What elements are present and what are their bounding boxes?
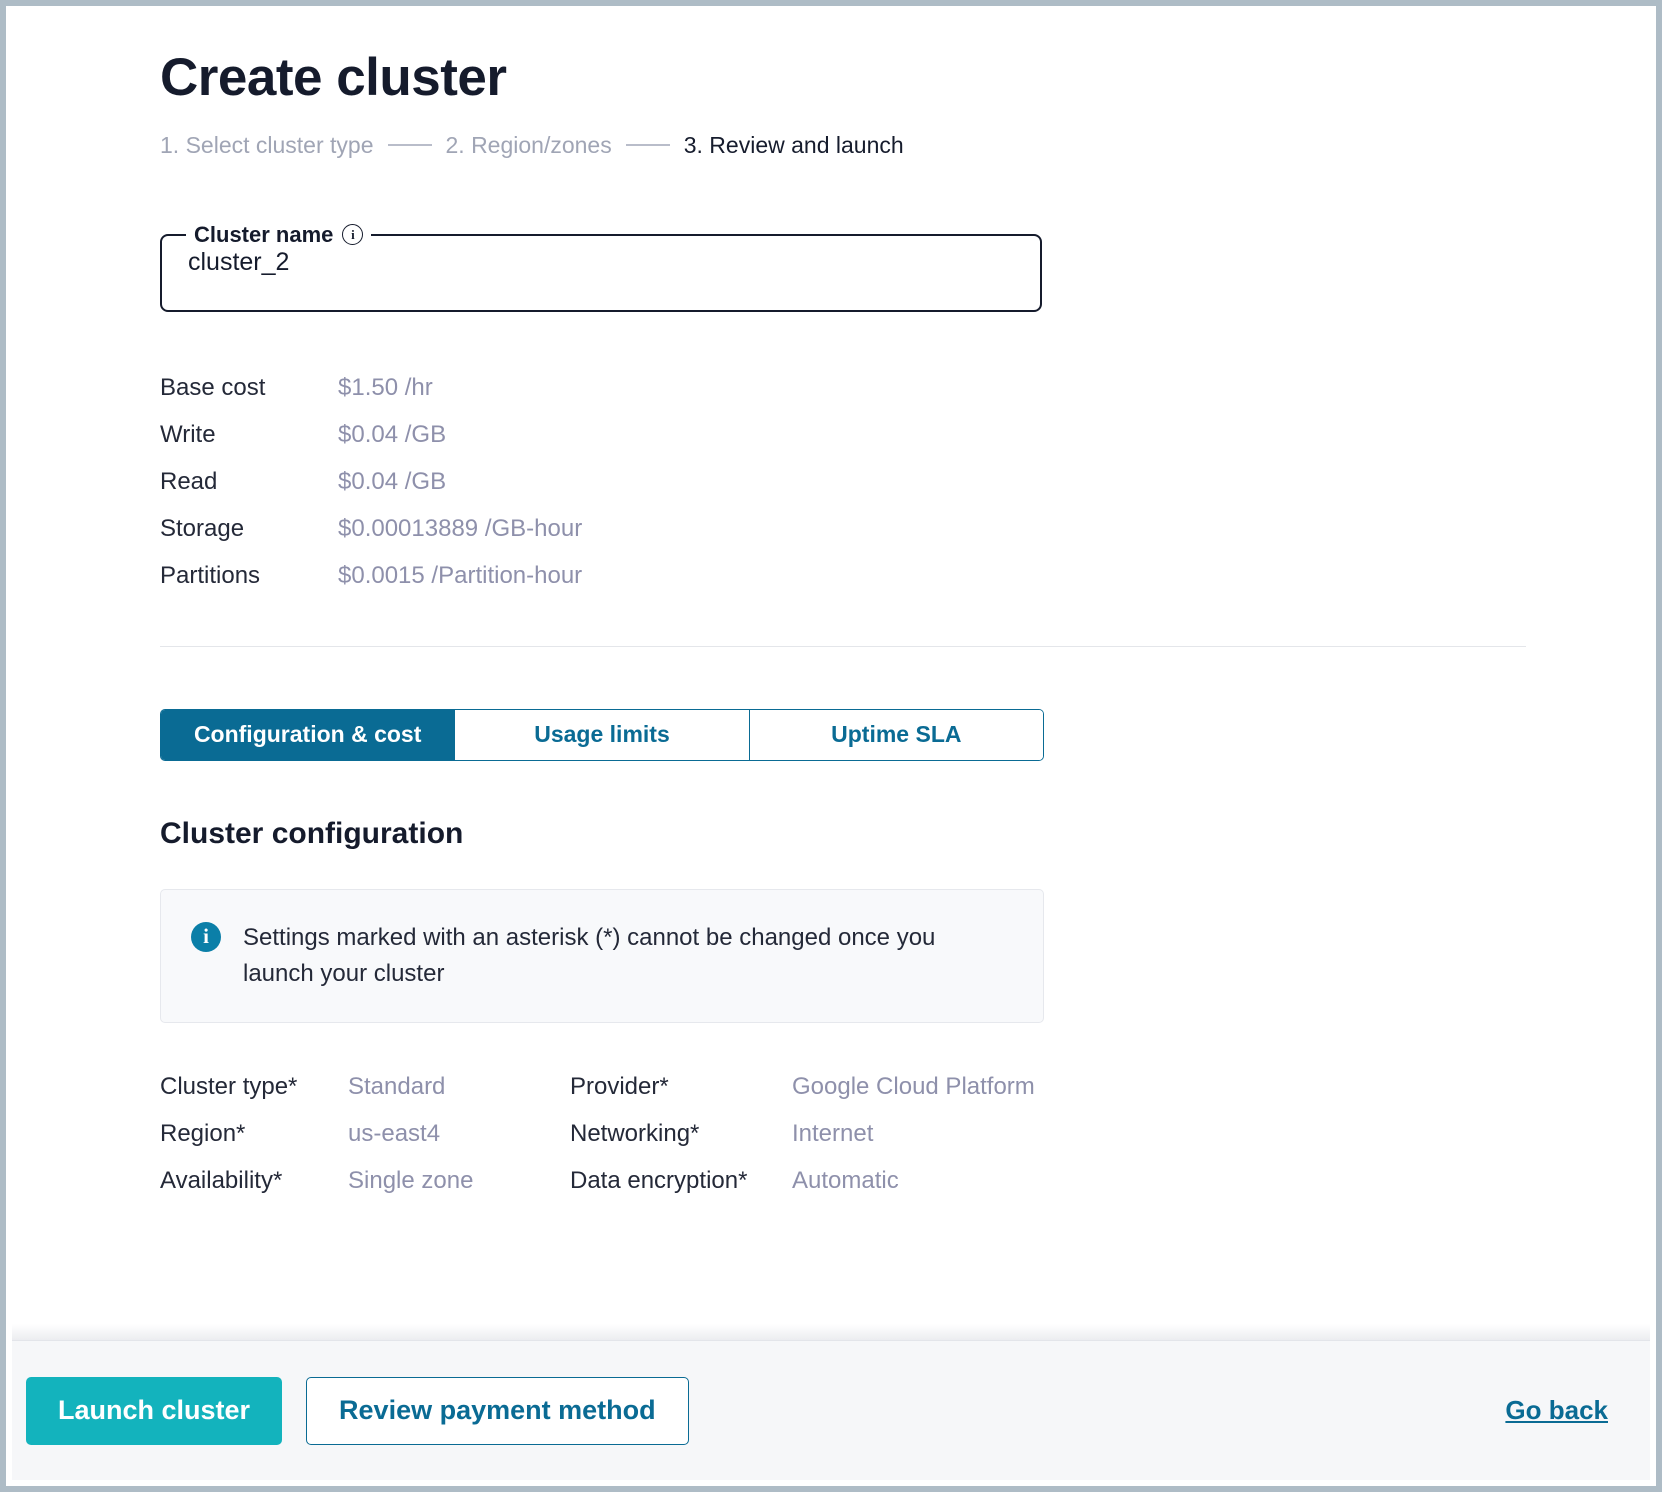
config-value-availability: Single zone [348,1166,474,1194]
wizard-steps: 1. Select cluster type 2. Region/zones 3… [160,132,1650,159]
tab-bar: Configuration & cost Usage limits Uptime… [160,708,1044,761]
launch-cluster-button[interactable]: Launch cluster [26,1376,283,1445]
config-label-availability: Availability* [160,1166,283,1194]
pricing-value-partitions: $0.0015 /Partition-hour [338,561,583,589]
cluster-name-input[interactable]: cluster_2 [188,248,289,277]
info-icon[interactable]: i [342,224,364,246]
pricing-label-storage: Storage [160,514,245,542]
asterisk-notice: i Settings marked with an asterisk (*) c… [160,888,1044,1023]
review-payment-method-button[interactable]: Review payment method [306,1376,689,1445]
pricing-value-storage: $0.00013889 /GB-hour [338,514,583,542]
create-cluster-card: Create cluster 1. Select cluster type 2.… [12,12,1650,1480]
step-select-cluster-type[interactable]: 1. Select cluster type [160,132,374,159]
pricing-label-base-cost: Base cost [160,373,266,401]
config-label-networking: Networking* [570,1119,700,1147]
section-title: Cluster configuration [160,816,464,850]
config-label-cluster-type: Cluster type* [160,1072,298,1100]
app-window: Create cluster 1. Select cluster type 2.… [0,0,1662,1492]
pricing-list: Base cost $1.50 /hr Write $0.04 /GB Read… [160,374,1650,590]
step-review-and-launch[interactable]: 3. Review and launch [684,132,904,159]
pricing-label-partitions: Partitions [160,561,261,589]
tab-configuration-and-cost[interactable]: Configuration & cost [161,709,456,760]
tab-uptime-sla[interactable]: Uptime SLA [749,709,1043,760]
cluster-name-label: Cluster name [194,221,334,247]
cluster-name-field-wrap: Cluster name i cluster_2 [160,221,1042,312]
cluster-name-legend: Cluster name i [186,222,371,248]
footer-bar: Launch cluster Review payment method Go … [12,1340,1650,1480]
step-separator [387,144,432,147]
go-back-link[interactable]: Go back [1505,1395,1608,1426]
configuration-grid: Cluster type* Standard Provider* Google … [160,1073,1060,1195]
step-region-zones[interactable]: 2. Region/zones [446,132,612,159]
pricing-label-read: Read [160,467,218,495]
config-value-networking: Internet [792,1119,874,1147]
asterisk-notice-text: Settings marked with an asterisk (*) can… [243,923,936,987]
config-value-region: us-east4 [348,1119,441,1147]
config-value-data-encryption: Automatic [792,1166,899,1194]
cluster-name-fieldset[interactable]: Cluster name i [160,221,1042,312]
config-label-region: Region* [160,1119,246,1147]
section-divider [160,645,1526,647]
scrollable-content[interactable]: Create cluster 1. Select cluster type 2.… [12,12,1650,1324]
tab-usage-limits[interactable]: Usage limits [455,709,750,760]
config-label-provider: Provider* [570,1072,669,1100]
footer-fade [12,1324,1650,1340]
step-separator [625,144,670,147]
pricing-label-write: Write [160,420,216,448]
pricing-value-base-cost: $1.50 /hr [338,373,433,401]
config-label-data-encryption: Data encryption* [570,1166,748,1194]
pricing-value-read: $0.04 /GB [338,467,447,495]
info-filled-icon: i [191,921,221,952]
config-value-provider: Google Cloud Platform [792,1072,1035,1100]
page-title: Create cluster [160,48,507,107]
pricing-value-write: $0.04 /GB [338,420,447,448]
config-value-cluster-type: Standard [348,1072,446,1100]
